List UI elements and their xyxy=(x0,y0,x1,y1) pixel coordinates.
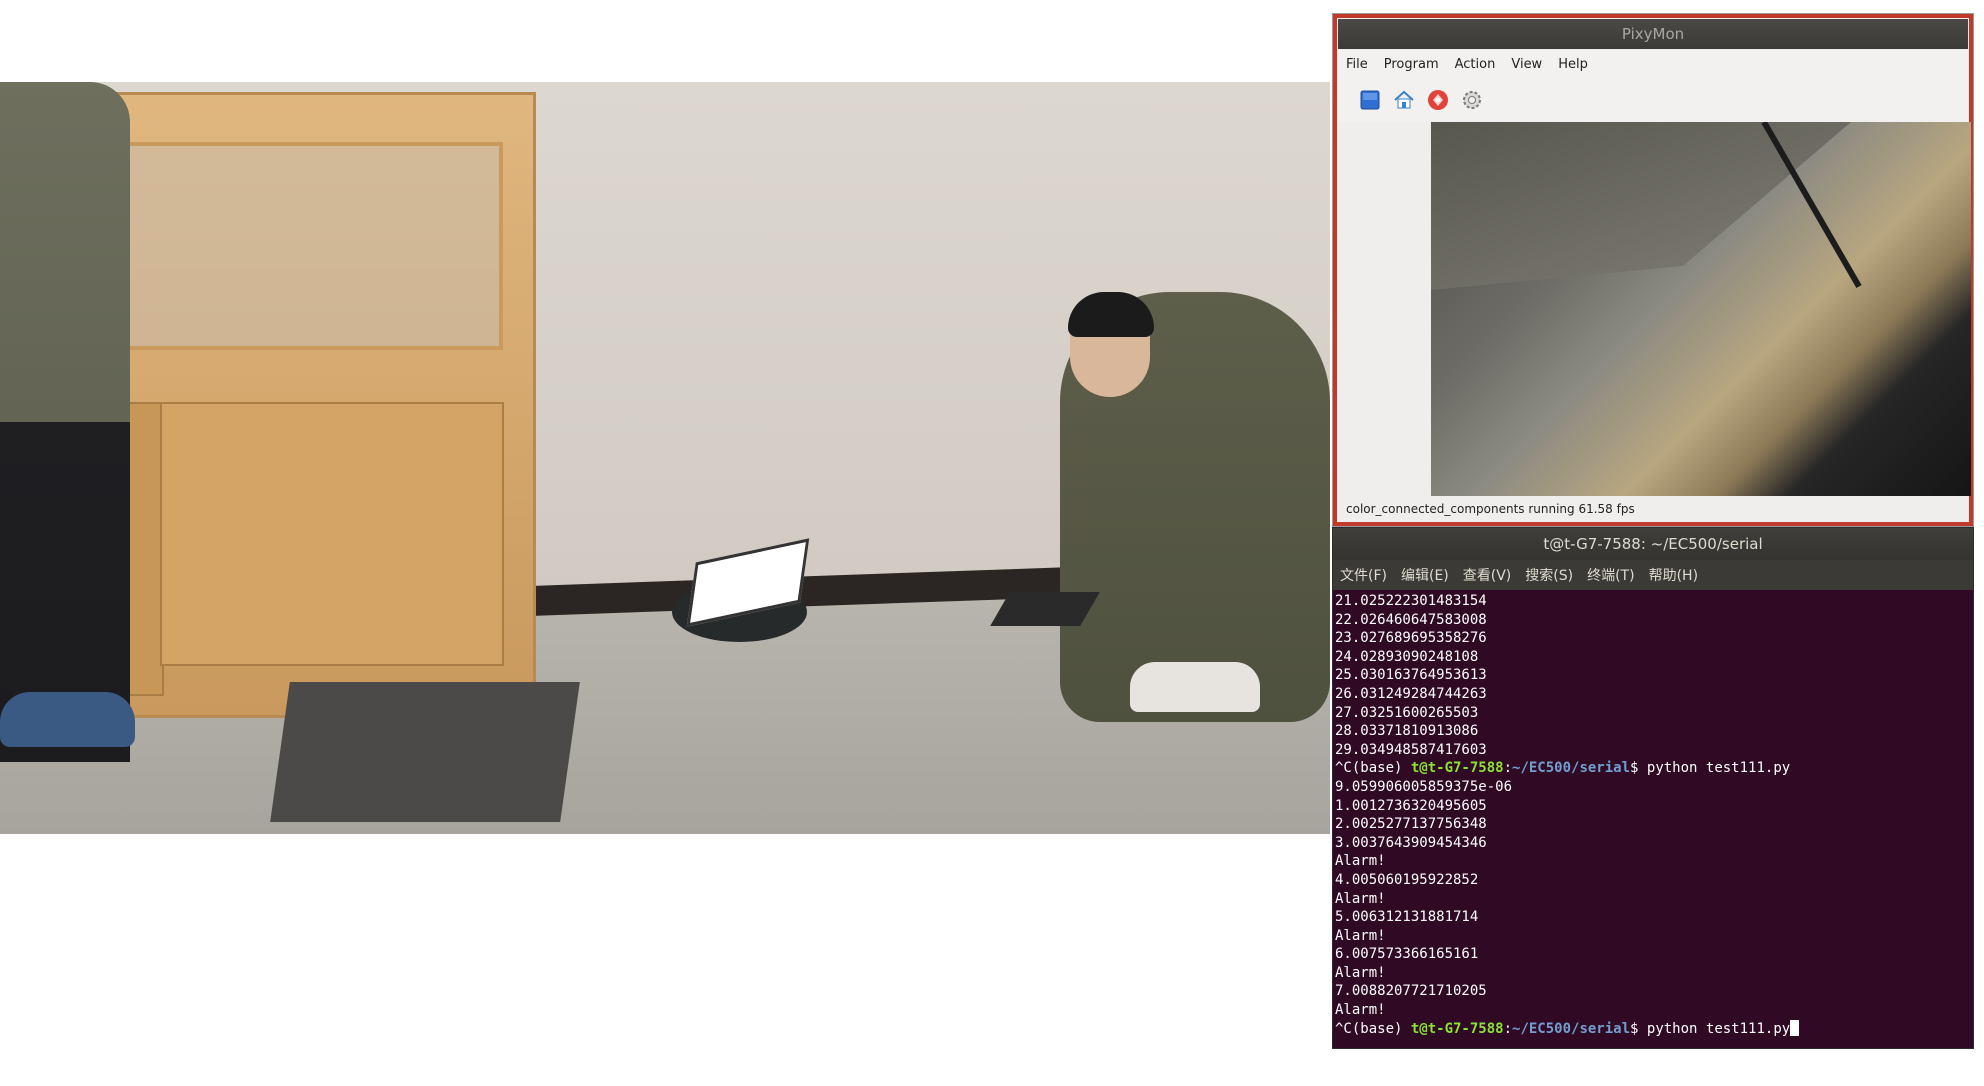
menu-view[interactable]: View xyxy=(1503,57,1550,72)
prompt-command: $ python test111.py xyxy=(1630,760,1791,777)
output-line: 7.0088207721710205 xyxy=(1335,983,1487,1000)
terminal-output[interactable]: 21.025222301483154 22.026460647583008 23.0… xyxy=(1335,592,1971,1042)
menu-view[interactable]: 查看(V) xyxy=(1456,565,1519,585)
cabinet-glass xyxy=(95,142,503,350)
output-line: 1.0012736320495605 xyxy=(1335,797,1487,814)
home-button[interactable] xyxy=(1392,88,1416,112)
menu-action[interactable]: Action xyxy=(1447,57,1504,72)
output-line: 27.03251600265503 xyxy=(1335,704,1479,721)
home-icon xyxy=(1394,90,1414,109)
pixymon-toolbar xyxy=(1338,78,1968,122)
output-line: 5.006312131881714 xyxy=(1335,909,1479,926)
pixymon-title: PixyMon xyxy=(1621,25,1685,43)
prompt-user: t@t-G7-7588 xyxy=(1410,1020,1504,1037)
prompt-sep: : xyxy=(1503,1020,1513,1037)
terminal-title: t@t-G7-7588: ~/EC500/serial xyxy=(1543,535,1763,553)
stop-icon xyxy=(1360,90,1380,110)
prompt-line: ^C(base) t@t-G7-7588:~/EC500/serial$ pyt… xyxy=(1335,1019,1971,1039)
output-line: 21.025222301483154 xyxy=(1335,593,1487,609)
pixymon-titlebar[interactable]: PixyMon xyxy=(1338,19,1968,49)
settings-button[interactable] xyxy=(1460,88,1484,112)
output-line: 26.031249284744263 xyxy=(1335,685,1487,702)
output-line: 9.059906005859375e-06 xyxy=(1335,778,1513,795)
scene-photo xyxy=(0,82,1330,834)
menu-file[interactable]: File xyxy=(1338,57,1376,72)
output-line: 22.026460647583008 xyxy=(1335,611,1487,628)
menu-help[interactable]: Help xyxy=(1550,57,1596,72)
menu-terminal[interactable]: 终端(T) xyxy=(1580,565,1641,585)
menu-file[interactable]: 文件(F) xyxy=(1333,565,1394,585)
sneaker-left xyxy=(0,692,135,747)
pixy-icon xyxy=(1428,90,1448,110)
menu-help[interactable]: 帮助(H) xyxy=(1642,565,1705,585)
output-line: Alarm! xyxy=(1335,964,1386,981)
standing-person xyxy=(0,82,130,762)
terminal-window: t@t-G7-7588: ~/EC500/serial 文件(F) 编辑(E) … xyxy=(1332,527,1974,1049)
output-line: Alarm! xyxy=(1335,853,1386,870)
prompt-line: ^C(base) t@t-G7-7588:~/EC500/serial$ pyt… xyxy=(1335,759,1971,778)
output-line: Alarm! xyxy=(1335,1002,1386,1019)
menu-program[interactable]: Program xyxy=(1376,57,1447,72)
pixymon-statusbar: color_connected_components running 61.58… xyxy=(1338,496,1968,522)
menu-edit[interactable]: 编辑(E) xyxy=(1394,565,1456,585)
pixymon-status-text: color_connected_components running 61.58… xyxy=(1346,502,1635,516)
terminal-titlebar[interactable]: t@t-G7-7588: ~/EC500/serial xyxy=(1333,528,1973,560)
cabinet-door-right xyxy=(160,402,504,666)
output-line: 24.02893090248108 xyxy=(1335,648,1479,665)
prompt-user: t@t-G7-7588 xyxy=(1410,760,1504,777)
prompt-path: ~/EC500/serial xyxy=(1512,760,1631,777)
output-line: 4.005060195922852 xyxy=(1335,871,1479,888)
menu-search[interactable]: 搜索(S) xyxy=(1518,565,1580,585)
output-line: 6.007573366165161 xyxy=(1335,946,1479,963)
settings-icon xyxy=(1463,91,1481,109)
output-line: 25.030163764953613 xyxy=(1335,667,1487,684)
text-cursor xyxy=(1790,1019,1800,1036)
stop-button[interactable] xyxy=(1358,88,1382,112)
pixy-run-button[interactable] xyxy=(1426,88,1450,112)
camera-video-feed xyxy=(1431,122,1971,496)
output-line: 3.0037643909454346 xyxy=(1335,834,1487,851)
terminal-menubar: 文件(F) 编辑(E) 查看(V) 搜索(S) 终端(T) 帮助(H) xyxy=(1333,560,1973,590)
output-line: 29.034948587417603 xyxy=(1335,741,1487,758)
prompt-prefix: ^C(base) xyxy=(1335,760,1411,777)
prompt-sep: : xyxy=(1503,760,1513,777)
pixymon-menubar: File Program Action View Help xyxy=(1338,50,1968,78)
prompt-command: $ python test111.py xyxy=(1630,1020,1791,1037)
output-line: Alarm! xyxy=(1335,890,1386,907)
prompt-prefix: ^C(base) xyxy=(1335,1020,1411,1037)
pixymon-window: PixyMon File Program Action View Help co… xyxy=(1332,13,1974,527)
output-line: 28.03371810913086 xyxy=(1335,723,1479,740)
prompt-path: ~/EC500/serial xyxy=(1512,1020,1631,1037)
output-line: 23.027689695358276 xyxy=(1335,630,1487,647)
sneaker-right xyxy=(1130,662,1260,712)
output-line: Alarm! xyxy=(1335,927,1386,944)
output-line: 2.0025277137756348 xyxy=(1335,816,1487,833)
dark-floor-tiles xyxy=(270,682,580,822)
